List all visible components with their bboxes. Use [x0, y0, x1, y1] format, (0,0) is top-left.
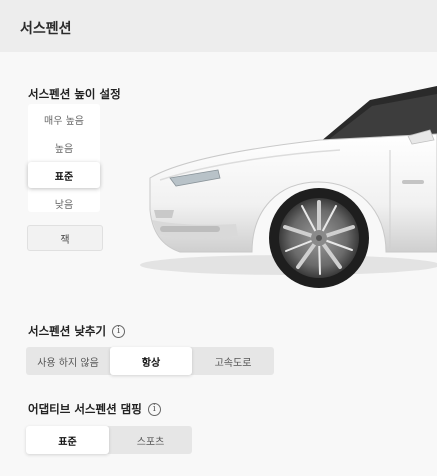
height-options-list: 매우 높음 높음 표준 낮음	[28, 104, 100, 212]
lowering-option-always[interactable]: 항상	[110, 347, 192, 375]
damping-section-title: 어댑티브 서스펜션 댐핑 i	[28, 401, 161, 417]
damping-option-sport[interactable]: 스포츠	[109, 426, 192, 454]
damping-section-label: 어댑티브 서스펜션 댐핑	[28, 402, 142, 416]
header-bar: 서스펜션	[0, 0, 437, 52]
height-option-very-high[interactable]: 매우 높음	[28, 106, 100, 132]
info-icon[interactable]: i	[147, 402, 161, 416]
lowering-section-title: 서스펜션 낮추기 i	[28, 323, 126, 339]
height-option-high[interactable]: 높음	[28, 134, 100, 160]
lowering-segmented-control: 사용 하지 않음 항상 고속도로	[26, 347, 274, 375]
height-option-standard[interactable]: 표준	[28, 162, 100, 188]
car-illustration	[140, 86, 437, 288]
damping-segmented-control: 표준 스포츠	[26, 426, 192, 454]
info-icon[interactable]: i	[112, 324, 126, 338]
page-title: 서스펜션	[20, 21, 72, 37]
jack-button[interactable]: 잭	[27, 225, 103, 251]
height-option-low[interactable]: 낮음	[28, 190, 100, 216]
lowering-option-highway[interactable]: 고속도로	[192, 347, 274, 375]
car-image	[140, 60, 437, 300]
lowering-section-label: 서스펜션 낮추기	[28, 324, 107, 338]
lowering-option-never[interactable]: 사용 하지 않음	[26, 347, 110, 375]
damping-option-standard[interactable]: 표준	[26, 426, 109, 454]
height-section-label: 서스펜션 높이 설정	[28, 87, 121, 101]
height-section-title: 서스펜션 높이 설정	[28, 86, 121, 102]
